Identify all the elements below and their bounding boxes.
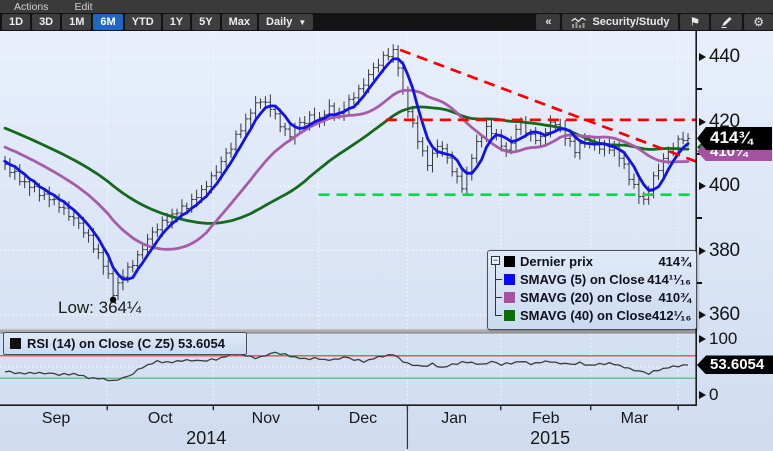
annotate-button[interactable]: [711, 14, 743, 30]
legend-name: SMAVG (40) on Close: [520, 307, 652, 323]
legend-name: SMAVG (5) on Close: [520, 271, 645, 287]
range-button-1d[interactable]: 1D: [2, 14, 31, 30]
price-tag-last: 414¾: [697, 126, 772, 150]
low-annotation: Low: 364¼: [58, 298, 142, 317]
period-select-daily[interactable]: Daily ▼: [259, 14, 314, 30]
price-axis-strip[interactable]: 360 380 400 420 440 0 100 410¾ 414¾ 53.6054: [697, 31, 773, 451]
flag-icon: ⚑: [689, 15, 701, 29]
price-axis-label-440: 440: [709, 46, 740, 67]
legend-swatch: [504, 255, 515, 267]
price-tick-440: [699, 53, 706, 61]
price-axis-label-380: 380: [709, 239, 740, 261]
gear-icon: ⚙: [753, 15, 764, 29]
price-minor-tick-430: [697, 88, 702, 91]
menu-edit[interactable]: Edit: [74, 1, 92, 13]
rsi-axis-label-0: 0: [709, 385, 719, 404]
month-label-oct: Oct: [147, 410, 173, 427]
range-button-6m[interactable]: 6M: [93, 14, 123, 30]
collapse-panel-button[interactable]: «: [536, 14, 561, 30]
price-tick-380: [699, 246, 706, 255]
year-label-2015: 2015: [530, 428, 571, 448]
legend-row-smavg-1[interactable]: SMAVG (5) on Close 414¹¹⁄₁₆: [504, 270, 691, 288]
security-study-label: Security/Study: [592, 16, 670, 28]
range-button-1y[interactable]: 1Y: [162, 14, 191, 30]
chart-plot[interactable]: [0, 31, 697, 451]
month-label-dec: Dec: [348, 410, 378, 427]
month-label-jan: Jan: [441, 410, 467, 427]
range-button-5y[interactable]: 5Y: [192, 14, 220, 30]
legend-value: 412¹⁄₁₆: [651, 307, 692, 323]
legend-row-smavg-2[interactable]: SMAVG (20) on Close 410¾: [504, 288, 691, 306]
month-label-sep: Sep: [41, 410, 71, 427]
legend-value: 410¾: [658, 289, 691, 305]
legend-value: 414¾: [658, 253, 691, 269]
month-label-nov: Nov: [251, 410, 281, 427]
legend-row-last-price[interactable]: Dernier prix 414¾: [504, 252, 691, 270]
security-study-button[interactable]: Security/Study: [562, 14, 679, 30]
legend-collapse-icon[interactable]: −: [491, 256, 500, 265]
toolbar-right-controls: « Security/Study ⚑ ⚙: [534, 14, 773, 30]
price-axis-label-360: 360: [709, 304, 740, 325]
range-button-3d[interactable]: 3D: [32, 14, 61, 30]
legend-swatch: [504, 309, 515, 321]
settings-button[interactable]: ⚙: [744, 14, 773, 30]
range-button-max[interactable]: Max: [221, 14, 258, 30]
rsi-study-label[interactable]: RSI (14) on Close (C Z5) 53.6054: [3, 332, 247, 355]
rsi-value-tag: 53.6054: [697, 355, 773, 375]
price-tick-400: [699, 182, 706, 190]
month-label-mar: Mar: [620, 410, 649, 427]
range-button-ytd[interactable]: YTD: [124, 14, 161, 30]
legend-name: Dernier prix: [520, 253, 593, 269]
legend-box[interactable]: − Dernier prix 414¾ SMAVG (5) on Close 414¹¹…: [487, 250, 697, 330]
rsi-swatch: [10, 338, 21, 349]
terminal-chart-window: Actions Edit 1D 3D 1M 6M YTD 1Y 5Y Max Daily ▼ « …: [0, 0, 773, 451]
legend-tree-stub: [495, 296, 502, 298]
legend-tree-line: [495, 265, 496, 315]
range-button-1m[interactable]: 1M: [62, 14, 92, 30]
rsi-tick-100: [699, 335, 706, 343]
legend-row-smavg-3[interactable]: SMAVG (40) on Close 412¹⁄₁₆: [504, 306, 691, 324]
chevron-down-icon: ▼: [298, 17, 307, 27]
menu-bar: Actions Edit: [0, 0, 773, 13]
pencil-icon: [721, 17, 732, 28]
month-label-feb: Feb: [531, 410, 560, 427]
mini-chart-icon: [571, 16, 587, 28]
menu-actions[interactable]: Actions: [14, 1, 48, 13]
price-axis-label-400: 400: [709, 175, 740, 196]
year-label-2014: 2014: [186, 428, 227, 448]
price-tick-420: [699, 117, 706, 126]
toolbar: 1D 3D 1M 6M YTD 1Y 5Y Max Daily ▼ « Security/Stud…: [0, 13, 773, 31]
rsi-label-text: RSI (14) on Close (C Z5) 53.6054: [27, 336, 225, 351]
legend-value: 414¹¹⁄₁₆: [647, 271, 691, 287]
legend-swatch: [504, 273, 515, 285]
smavg-20-line: [3, 88, 690, 251]
price-minor-tick-390: [697, 217, 702, 220]
rsi-tick-0: [699, 391, 706, 399]
legend-tree-stub: [495, 278, 502, 280]
rsi-axis-label-100: 100: [709, 329, 738, 348]
chart-region: 360 380 400 420 440 0 100 410¾ 414¾ 53.6054 Low: …: [0, 31, 773, 451]
price-minor-tick-370: [697, 281, 702, 284]
legend-tree-stub: [495, 314, 502, 316]
flag-button[interactable]: ⚑: [680, 14, 710, 30]
range-button-group: 1D 3D 1M 6M YTD 1Y 5Y Max Daily ▼: [2, 14, 315, 30]
legend-swatch: [504, 291, 515, 303]
price-tick-360: [699, 311, 706, 319]
legend-name: SMAVG (20) on Close: [520, 289, 652, 305]
